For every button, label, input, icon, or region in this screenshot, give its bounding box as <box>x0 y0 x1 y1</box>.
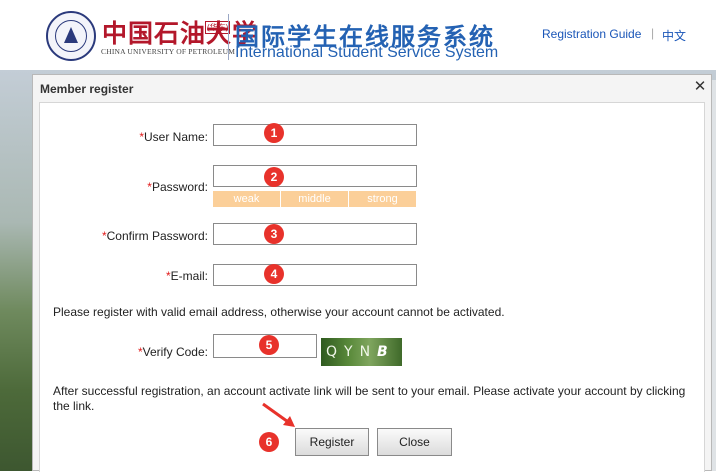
close-icon[interactable]: ✕ <box>692 79 708 95</box>
email-validity-note: Please register with valid email address… <box>53 305 505 319</box>
password-input[interactable] <box>213 165 417 187</box>
email-input[interactable] <box>213 264 417 286</box>
confirm-password-label: *Confirm Password: <box>101 229 208 243</box>
step-marker-6: 6 <box>259 432 279 452</box>
strength-strong: strong <box>348 191 416 207</box>
step-marker-5: 5 <box>259 335 279 355</box>
header-link-separator: | <box>651 26 655 40</box>
strength-weak: weak <box>213 191 280 207</box>
university-campus-tag: (华东) <box>205 21 231 34</box>
activation-note: After successful registration, an accoun… <box>53 384 686 413</box>
verify-code-label: *Verify Code: <box>137 345 208 359</box>
university-name-en: CHINA UNIVERSITY OF PETROLEUM <box>101 47 236 56</box>
register-button[interactable]: Register <box>295 428 369 456</box>
step-marker-3: 3 <box>264 224 284 244</box>
university-seal-logo <box>46 11 96 61</box>
password-label: *Password: <box>147 180 208 194</box>
confirm-password-input[interactable] <box>213 223 417 245</box>
header-divider <box>228 14 229 60</box>
dialog-body <box>39 102 705 472</box>
system-title-en: International Student Service System <box>235 44 499 61</box>
username-input[interactable] <box>213 124 417 146</box>
site-header: 中国石油大学 (华东) CHINA UNIVERSITY OF PETROLEU… <box>0 0 716 70</box>
step-marker-2: 2 <box>264 167 284 187</box>
email-label: *E-mail: <box>165 269 208 283</box>
step-marker-1: 1 <box>264 123 284 143</box>
dialog-title: Member register <box>40 82 134 96</box>
language-switch-link[interactable]: 中文 <box>662 27 686 44</box>
registration-guide-link[interactable]: Registration Guide <box>542 27 641 41</box>
step-marker-4: 4 <box>264 264 284 284</box>
password-strength-meter: weak middle strong <box>213 191 416 207</box>
pointer-arrow-icon <box>262 402 295 427</box>
captcha-image[interactable]: QYNB <box>321 338 402 366</box>
strength-middle: middle <box>280 191 348 207</box>
username-label: *User Name: <box>139 130 208 144</box>
close-button[interactable]: Close <box>377 428 452 456</box>
